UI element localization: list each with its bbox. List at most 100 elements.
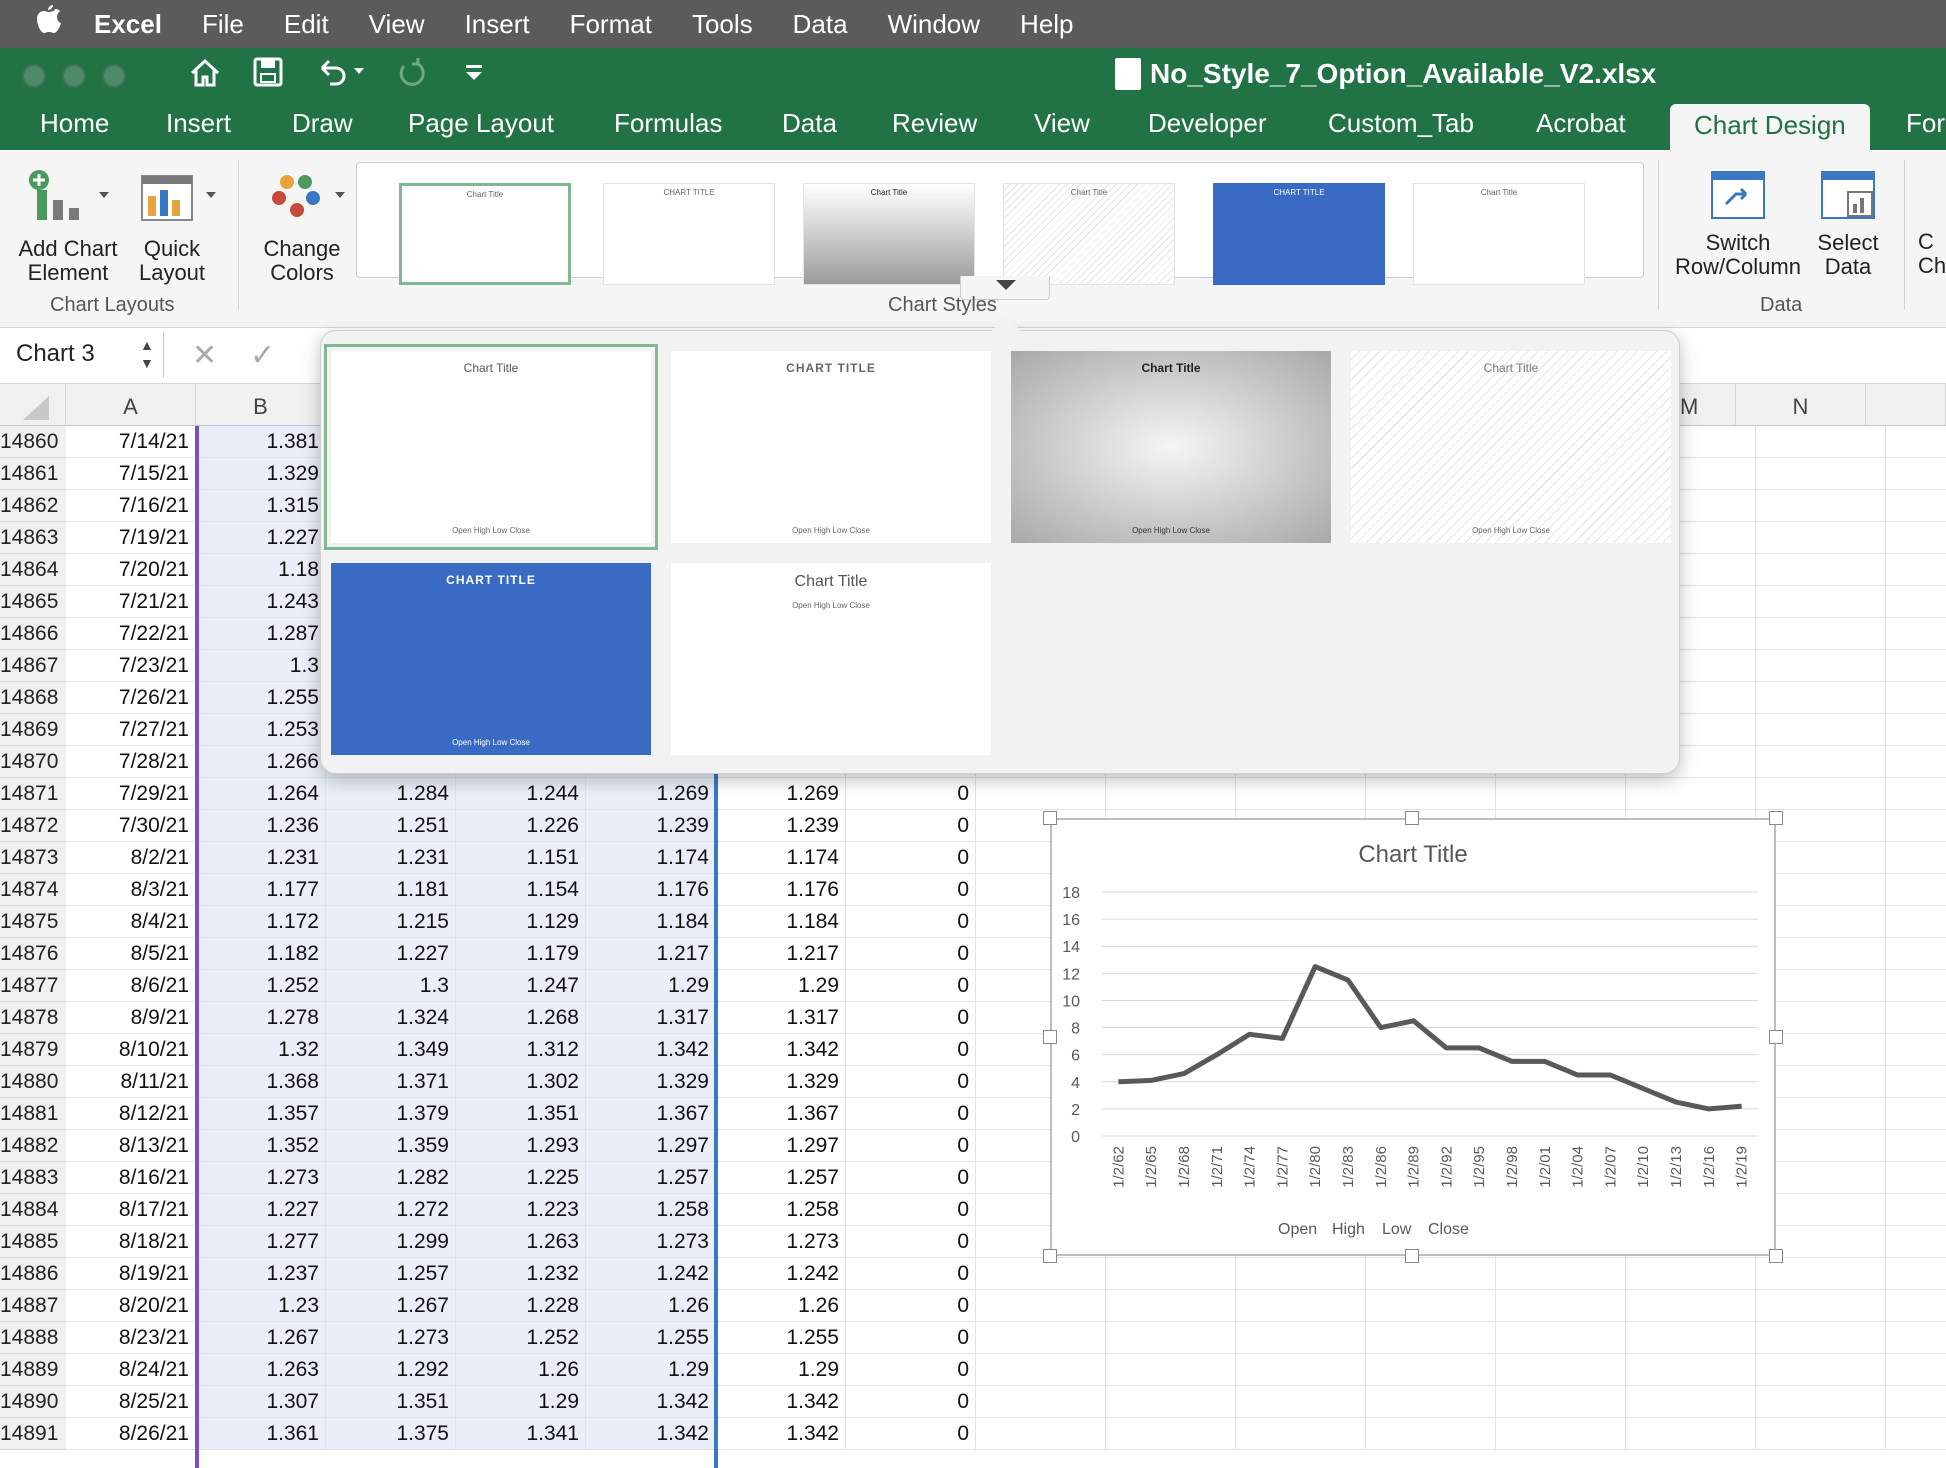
cell-c[interactable]: 1.282	[326, 1162, 456, 1194]
cell-a[interactable]: 8/11/21	[66, 1066, 196, 1098]
save-icon[interactable]	[252, 56, 284, 97]
change-colors-button[interactable]: Change Colors	[252, 168, 352, 285]
row-header[interactable]: 14877	[0, 970, 66, 1002]
row-header[interactable]: 14878	[0, 1002, 66, 1034]
cell-e[interactable]: 1.217	[586, 938, 716, 970]
cell-c[interactable]: 1.351	[326, 1386, 456, 1418]
cell-b[interactable]: 1.278	[196, 1002, 326, 1034]
cell-g[interactable]: 0	[846, 874, 976, 906]
row-header[interactable]: 14884	[0, 1194, 66, 1226]
cell-b[interactable]: 1.329	[196, 458, 326, 490]
cell-c[interactable]: 1.215	[326, 906, 456, 938]
cell-g[interactable]: 0	[846, 842, 976, 874]
empty-cell[interactable]	[1366, 1290, 1496, 1322]
cell-d[interactable]: 1.129	[456, 906, 586, 938]
enter-icon[interactable]: ✓	[250, 338, 275, 373]
empty-cell[interactable]	[1756, 1322, 1886, 1354]
cell-a[interactable]: 8/12/21	[66, 1098, 196, 1130]
cell-c[interactable]: 1.181	[326, 874, 456, 906]
cell-b[interactable]: 1.177	[196, 874, 326, 906]
empty-cell[interactable]	[1626, 1322, 1756, 1354]
empty-cell[interactable]	[976, 1290, 1106, 1322]
empty-cell[interactable]	[1366, 1386, 1496, 1418]
cell-b[interactable]: 1.243	[196, 586, 326, 618]
close-window-button[interactable]	[22, 64, 46, 88]
column-header-b[interactable]: B	[196, 384, 326, 426]
empty-cell[interactable]	[1106, 1258, 1236, 1290]
menu-tools[interactable]: Tools	[692, 9, 753, 40]
cell-e[interactable]: 1.297	[586, 1130, 716, 1162]
cell-b[interactable]: 1.32	[196, 1034, 326, 1066]
tab-view[interactable]: View	[1034, 108, 1090, 139]
empty-cell[interactable]	[1886, 1162, 1946, 1194]
menu-insert[interactable]: Insert	[465, 9, 530, 40]
cell-f[interactable]: 1.297	[716, 1130, 846, 1162]
cell-d[interactable]: 1.247	[456, 970, 586, 1002]
row-header[interactable]: 14873	[0, 842, 66, 874]
cell-d[interactable]: 1.225	[456, 1162, 586, 1194]
cell-c[interactable]: 1.371	[326, 1066, 456, 1098]
cell-d[interactable]: 1.232	[456, 1258, 586, 1290]
cell-c[interactable]: 1.231	[326, 842, 456, 874]
cell-b[interactable]: 1.287	[196, 618, 326, 650]
empty-cell[interactable]	[1756, 746, 1886, 778]
cell-f[interactable]: 1.269	[716, 778, 846, 810]
row-header[interactable]: 14860	[0, 426, 66, 458]
empty-cell[interactable]	[1756, 1354, 1886, 1386]
empty-cell[interactable]	[1756, 458, 1886, 490]
cell-g[interactable]: 0	[846, 1418, 976, 1450]
cell-g[interactable]: 0	[846, 1002, 976, 1034]
cell-c[interactable]: 1.251	[326, 810, 456, 842]
cell-f[interactable]: 1.342	[716, 1418, 846, 1450]
column-header-m[interactable]: M	[1676, 384, 1736, 426]
cell-d[interactable]: 1.151	[456, 842, 586, 874]
empty-cell[interactable]	[976, 778, 1106, 810]
row-header[interactable]: 14870	[0, 746, 66, 778]
cell-f[interactable]: 1.367	[716, 1098, 846, 1130]
cell-b[interactable]: 1.368	[196, 1066, 326, 1098]
tab-formulas[interactable]: Formulas	[614, 108, 722, 139]
cell-f[interactable]: 1.329	[716, 1066, 846, 1098]
cancel-icon[interactable]: ✕	[192, 338, 217, 373]
gallery-style-2[interactable]: CHART TITLE	[603, 183, 775, 285]
empty-cell[interactable]	[1626, 1290, 1756, 1322]
apple-icon[interactable]	[36, 5, 94, 43]
empty-cell[interactable]	[1756, 714, 1886, 746]
cell-f[interactable]: 1.273	[716, 1226, 846, 1258]
empty-cell[interactable]	[1756, 1386, 1886, 1418]
cell-g[interactable]: 0	[846, 1162, 976, 1194]
cell-d[interactable]: 1.268	[456, 1002, 586, 1034]
cell-b[interactable]: 1.307	[196, 1386, 326, 1418]
cell-c[interactable]: 1.324	[326, 1002, 456, 1034]
cell-g[interactable]: 0	[846, 810, 976, 842]
empty-cell[interactable]	[1236, 1386, 1366, 1418]
cell-b[interactable]: 1.315	[196, 490, 326, 522]
empty-cell[interactable]	[976, 1258, 1106, 1290]
tab-custom-tab[interactable]: Custom_Tab	[1328, 108, 1474, 139]
cell-e[interactable]: 1.242	[586, 1258, 716, 1290]
cell-b[interactable]: 1.172	[196, 906, 326, 938]
minimize-window-button[interactable]	[62, 64, 86, 88]
cell-g[interactable]: 0	[846, 1130, 976, 1162]
empty-cell[interactable]	[1886, 458, 1946, 490]
cell-b[interactable]: 1.273	[196, 1162, 326, 1194]
cell-g[interactable]: 0	[846, 1194, 976, 1226]
cell-a[interactable]: 8/19/21	[66, 1258, 196, 1290]
empty-cell[interactable]	[1756, 1418, 1886, 1450]
add-chart-element-button[interactable]: Add Chart Element	[8, 168, 128, 285]
empty-cell[interactable]	[1106, 778, 1236, 810]
cell-e[interactable]: 1.239	[586, 810, 716, 842]
cell-c[interactable]: 1.272	[326, 1194, 456, 1226]
cell-a[interactable]: 7/29/21	[66, 778, 196, 810]
empty-cell[interactable]	[1106, 1322, 1236, 1354]
empty-cell[interactable]	[1496, 1354, 1626, 1386]
chart-style-option-2[interactable]: CHART TITLE Open High Low Close	[671, 351, 991, 543]
change-chart-type-button[interactable]: C Ch	[1918, 230, 1946, 278]
row-header[interactable]: 14887	[0, 1290, 66, 1322]
cell-f[interactable]: 1.257	[716, 1162, 846, 1194]
cell-a[interactable]: 8/10/21	[66, 1034, 196, 1066]
cell-c[interactable]: 1.3	[326, 970, 456, 1002]
select-all-corner[interactable]	[0, 384, 66, 426]
empty-cell[interactable]	[1366, 778, 1496, 810]
gallery-style-5[interactable]: CHART TITLE	[1213, 183, 1385, 285]
